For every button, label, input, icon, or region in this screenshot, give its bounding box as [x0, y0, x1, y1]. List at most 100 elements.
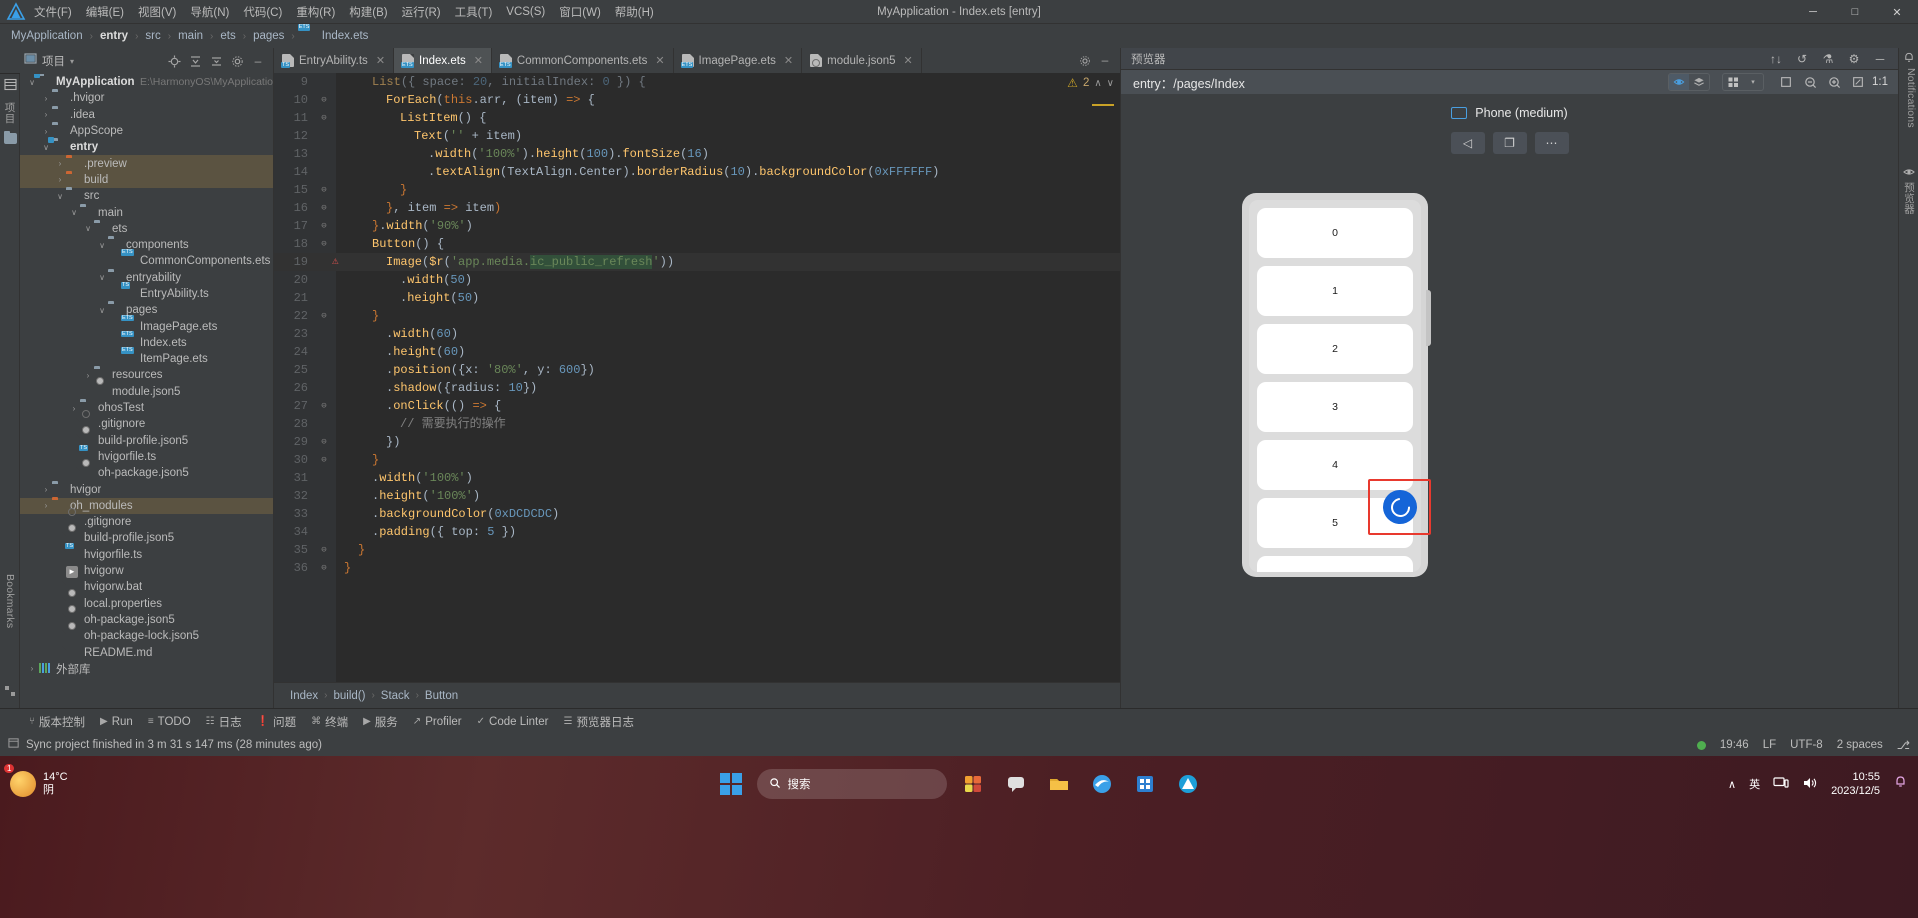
tree-row[interactable]: ›oh-package.json5 — [20, 458, 273, 481]
more-icon[interactable]: ⋯ — [1534, 132, 1569, 154]
editor-crumb-build[interactable]: build() — [333, 690, 365, 702]
notifications-strip-label[interactable]: Notifications — [1901, 68, 1917, 128]
tree-row[interactable]: ∨ entryability — [20, 270, 273, 286]
grid-dropdown[interactable]: ▾ — [1722, 73, 1764, 91]
tree-row[interactable]: › resources — [20, 367, 273, 383]
taskbar-search[interactable]: 搜索 — [756, 769, 947, 799]
tree-row[interactable]: ›build-profile.json5 — [20, 426, 273, 449]
tree-row[interactable]: ›TShvigorfile.ts — [20, 444, 273, 465]
tree-row[interactable]: › 外部库 — [20, 661, 273, 677]
encoding[interactable]: UTF-8 — [1790, 739, 1823, 751]
tree-row[interactable]: ›hvigorw.bat — [20, 579, 273, 595]
fold-icon[interactable]: ⊖ — [318, 109, 330, 127]
editor-crumb-index[interactable]: Index — [290, 690, 318, 702]
project-strip-label[interactable]: 项目 — [3, 102, 18, 123]
multi-device-icon[interactable]: ❐ — [1492, 132, 1527, 154]
expand-icon[interactable] — [207, 52, 225, 70]
layers-icon[interactable] — [1689, 74, 1709, 90]
start-button[interactable] — [714, 769, 748, 799]
hide-panel-icon[interactable]: – — [249, 52, 267, 70]
chat-button[interactable] — [999, 769, 1033, 799]
tree-row[interactable]: ›build-profile.json5 — [20, 523, 273, 546]
tree-toggle-icon[interactable]: ∨ — [96, 306, 108, 315]
locate-icon[interactable] — [165, 52, 183, 70]
tree-row[interactable]: ∨ MyApplication E:\HarmonyOS\MyApplicatio — [20, 74, 273, 90]
tree-row[interactable]: ›TShvigorfile.ts — [20, 542, 273, 563]
rotate-icon[interactable]: ◁ — [1450, 132, 1485, 154]
project-tree[interactable]: ∨ MyApplication E:\HarmonyOS\MyApplicatio ›… — [20, 74, 273, 708]
fold-icon[interactable]: ⊖ — [318, 91, 330, 109]
tree-row[interactable]: ›oh-package.json5 — [20, 605, 273, 628]
tree-row[interactable]: ∨ main — [20, 204, 273, 220]
breadcrumb-item-project[interactable]: MyApplication — [8, 29, 86, 43]
fit-icon[interactable] — [1848, 73, 1868, 91]
tree-toggle-icon[interactable]: › — [40, 127, 52, 136]
menu-item-help[interactable]: 帮助(H) — [608, 1, 661, 23]
close-icon[interactable]: ✕ — [904, 54, 913, 67]
tree-row[interactable]: › oh_modules — [20, 497, 273, 515]
previewer-hide-icon[interactable]: ─ — [1870, 50, 1890, 68]
breadcrumb-item-ets[interactable]: ets — [217, 29, 238, 43]
previewer-strip-label[interactable]: 预览器 — [1901, 182, 1917, 214]
tree-toggle-icon[interactable]: ∨ — [40, 143, 52, 152]
taskbar-clock[interactable]: 10:55 2023/12/5 — [1831, 770, 1880, 798]
bookmarks-strip-label[interactable]: Bookmarks — [4, 574, 16, 628]
menu-item-code[interactable]: 代码(C) — [236, 1, 289, 23]
editor-tab[interactable]: ETS ImagePage.ets ✕ — [674, 48, 803, 73]
minimize-button[interactable]: ─ — [1792, 0, 1834, 24]
tree-toggle-icon[interactable]: ∨ — [54, 192, 66, 201]
tree-toggle-icon[interactable]: › — [68, 404, 80, 413]
fold-icon[interactable]: ⊖ — [318, 433, 330, 451]
tree-row[interactable]: ›module.json5 — [20, 377, 273, 400]
folder-strip-icon[interactable] — [3, 130, 17, 145]
tree-toggle-icon[interactable]: ∨ — [68, 208, 80, 217]
fold-icon[interactable]: ⊖ — [318, 307, 330, 325]
nav-down-icon[interactable]: ∨ — [1107, 78, 1114, 89]
chevron-down-icon[interactable]: ▾ — [70, 57, 74, 66]
inspector-icon[interactable] — [1669, 74, 1689, 90]
notifications-bell-icon[interactable] — [1893, 775, 1908, 793]
tree-row[interactable]: › ohosTest — [20, 400, 273, 416]
hide-editor-icon[interactable]: – — [1096, 52, 1114, 70]
tree-toggle-icon[interactable]: ∨ — [96, 241, 108, 250]
tree-toggle-icon[interactable]: › — [40, 94, 52, 103]
devtool-button[interactable] — [1171, 769, 1205, 799]
tool-window-button[interactable]: ≡ TODO — [141, 714, 198, 730]
fold-icon[interactable]: ⊖ — [318, 199, 330, 217]
tree-row[interactable]: ›► hvigorw — [20, 563, 273, 579]
tree-toggle-icon[interactable]: ∨ — [82, 224, 94, 233]
editor-crumb-stack[interactable]: Stack — [381, 690, 410, 702]
inspector-toggle-group[interactable] — [1668, 73, 1710, 91]
widgets-button[interactable] — [956, 769, 990, 799]
tree-row[interactable]: ›local.properties — [20, 589, 273, 612]
volume-icon[interactable] — [1802, 776, 1818, 793]
chevron-down-icon[interactable]: ▾ — [1743, 74, 1763, 90]
menu-item-view[interactable]: 视图(V) — [131, 1, 183, 23]
tree-toggle-icon[interactable]: ∨ — [96, 273, 108, 282]
inspection-bulb-icon[interactable]: ⚠ — [332, 253, 339, 271]
preview-list-item[interactable]: 3 — [1257, 382, 1413, 432]
tree-row[interactable]: ∨ entry — [20, 139, 273, 155]
branch-icon[interactable]: ⎇ — [1897, 738, 1910, 752]
preview-list-item[interactable]: 0 — [1257, 208, 1413, 258]
zoom-out-icon[interactable] — [1800, 73, 1820, 91]
sort-icon[interactable]: ↑↓ — [1766, 50, 1786, 68]
line-ending[interactable]: LF — [1763, 739, 1776, 751]
tree-row[interactable]: › .preview — [20, 155, 273, 172]
previewer-settings-icon[interactable]: ⚙ — [1844, 50, 1864, 68]
preview-list-item[interactable]: 1 — [1257, 266, 1413, 316]
close-icon[interactable]: ✕ — [655, 54, 664, 67]
menu-item-build[interactable]: 构建(B) — [342, 1, 394, 23]
tree-row[interactable]: › hvigor — [20, 481, 273, 497]
frame-icon[interactable] — [1776, 73, 1796, 91]
network-icon[interactable] — [1773, 776, 1789, 793]
menu-item-navigate[interactable]: 导航(N) — [183, 1, 236, 23]
tree-toggle-icon[interactable]: ∨ — [26, 78, 38, 87]
menu-item-edit[interactable]: 编辑(E) — [79, 1, 131, 23]
refresh-icon[interactable]: ↺ — [1792, 50, 1812, 68]
inspection-widget[interactable]: ⚠ 2 ∧ ∨ — [1067, 76, 1114, 90]
breadcrumb-item-pages[interactable]: pages — [250, 29, 287, 43]
tray-expand-icon[interactable]: ∧ — [1728, 778, 1736, 791]
tree-toggle-icon[interactable]: › — [54, 159, 66, 168]
tree-row[interactable]: ›.gitignore — [20, 409, 273, 432]
